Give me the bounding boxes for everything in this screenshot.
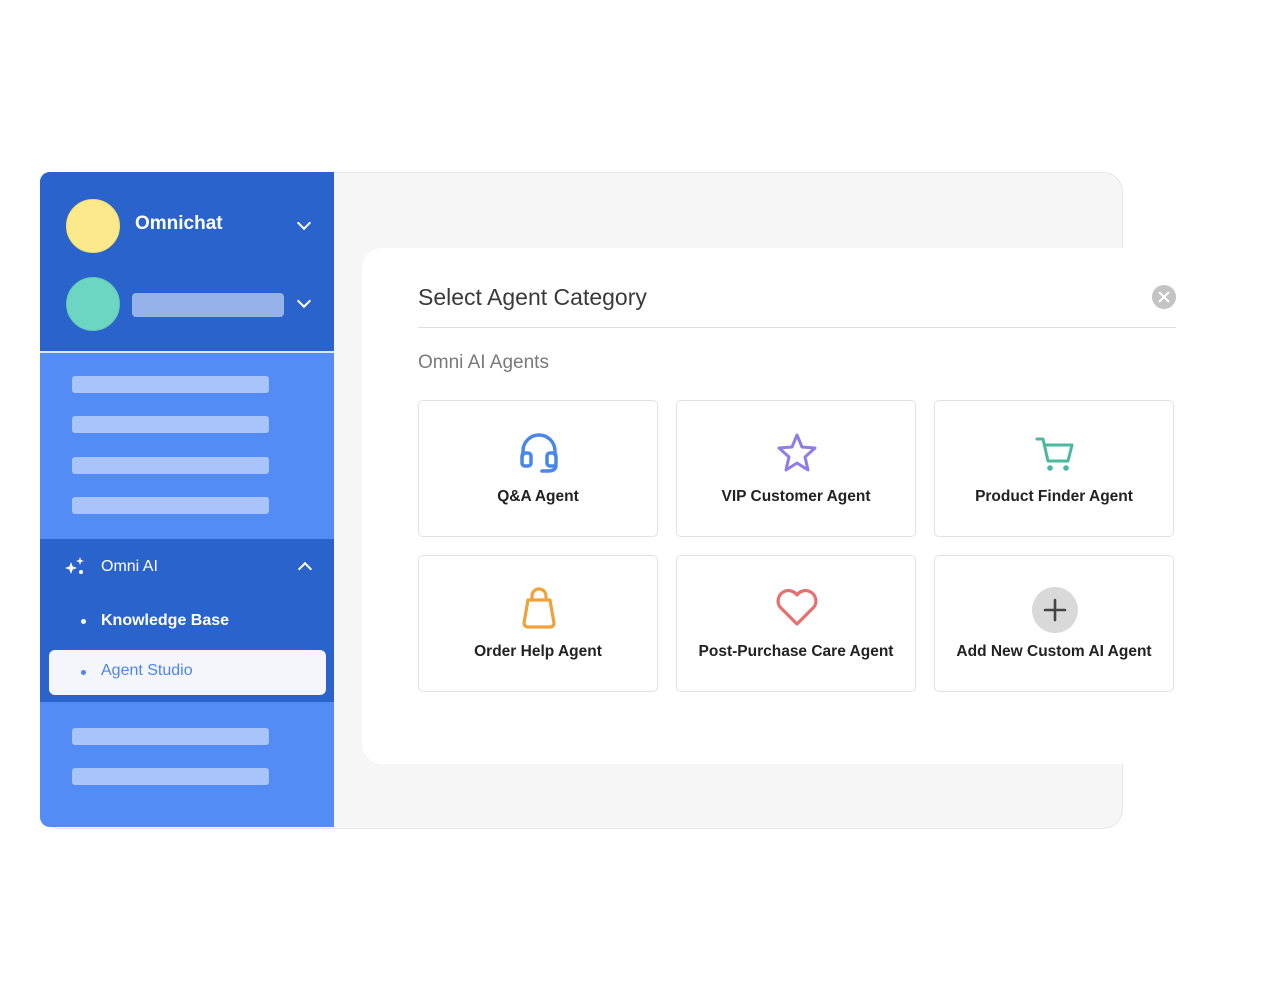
close-icon[interactable] <box>1152 285 1176 309</box>
card-label: Add New Custom AI Agent <box>956 643 1152 660</box>
nav-placeholder[interactable] <box>72 497 269 514</box>
star-icon <box>777 433 817 472</box>
card-label: Order Help Agent <box>474 643 602 660</box>
headset-icon <box>520 433 558 473</box>
agent-card-qa[interactable]: Q&A Agent <box>418 400 658 537</box>
select-agent-dialog: Select Agent Category Omni AI Agents Q&A… <box>362 248 1180 764</box>
sparkle-icon <box>65 557 84 574</box>
nav-placeholder[interactable] <box>72 768 269 785</box>
nav-placeholder[interactable] <box>72 457 269 474</box>
chevron-down-icon[interactable] <box>296 215 312 231</box>
section-label: Omni AI Agents <box>418 352 549 373</box>
card-label: VIP Customer Agent <box>721 488 871 505</box>
sidebar: Omnichat Omni AI Knowledge Base Agent St… <box>40 172 334 827</box>
shopping-bag-icon <box>522 587 556 629</box>
add-custom-agent-card[interactable]: Add New Custom AI Agent <box>934 555 1174 692</box>
cart-icon <box>1035 437 1074 471</box>
org-name[interactable]: Omnichat <box>135 213 223 235</box>
sidebar-header: Omnichat <box>40 172 334 353</box>
chevron-up-icon[interactable] <box>297 561 313 577</box>
card-label: Q&A Agent <box>497 488 579 505</box>
dialog-title: Select Agent Category <box>418 284 647 310</box>
nav-placeholder[interactable] <box>72 376 269 393</box>
plus-icon <box>1043 598 1067 622</box>
sidebar-item-agent-studio[interactable]: Agent Studio <box>49 650 326 695</box>
org-avatar[interactable] <box>66 199 120 253</box>
user-avatar[interactable] <box>66 277 120 331</box>
user-name-placeholder <box>132 293 284 317</box>
agent-card-vip-customer[interactable]: VIP Customer Agent <box>676 400 916 537</box>
bullet-icon <box>81 619 86 624</box>
heart-icon <box>776 589 818 626</box>
sidebar-item-label: Agent Studio <box>101 662 193 679</box>
agent-card-post-purchase-care[interactable]: Post-Purchase Care Agent <box>676 555 916 692</box>
card-label: Product Finder Agent <box>975 488 1133 505</box>
add-button[interactable] <box>1032 587 1078 633</box>
sidebar-item-knowledge-base[interactable]: Knowledge Base <box>101 612 229 630</box>
nav-placeholder[interactable] <box>72 416 269 433</box>
agent-card-product-finder[interactable]: Product Finder Agent <box>934 400 1174 537</box>
chevron-down-icon[interactable] <box>296 293 312 309</box>
divider <box>418 327 1176 328</box>
nav-placeholder[interactable] <box>72 728 269 745</box>
bullet-icon <box>81 670 86 675</box>
card-label: Post-Purchase Care Agent <box>698 643 894 660</box>
agent-card-order-help[interactable]: Order Help Agent <box>418 555 658 692</box>
sidebar-section-omni-ai: Omni AI Knowledge Base Agent Studio <box>40 539 334 702</box>
section-title[interactable]: Omni AI <box>101 558 158 576</box>
